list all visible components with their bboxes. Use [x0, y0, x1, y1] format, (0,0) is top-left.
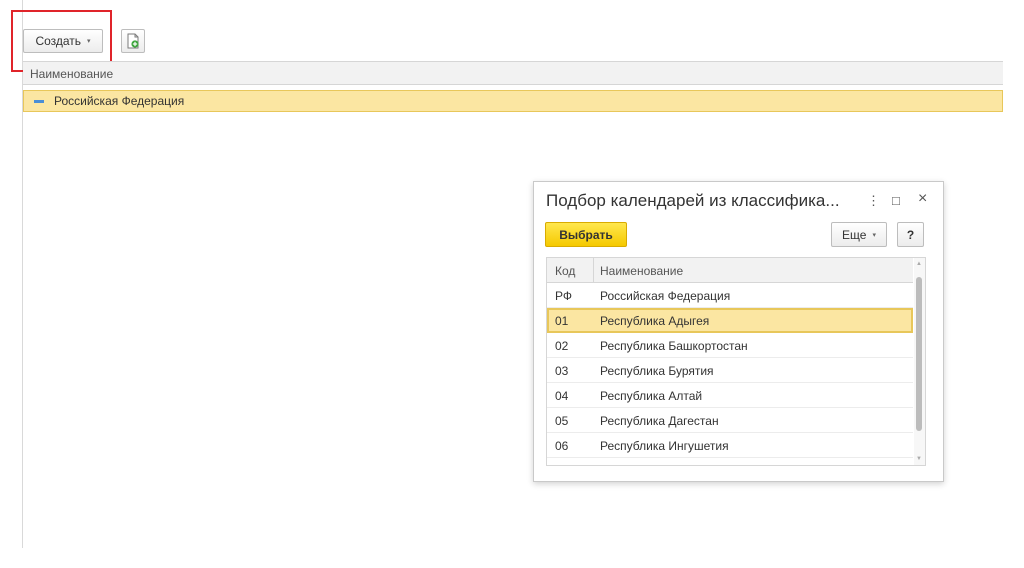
row-code: 06: [555, 439, 569, 453]
table-row[interactable]: 02 Республика Башкортостан: [547, 333, 913, 358]
table-row[interactable]: 05 Республика Дагестан: [547, 408, 913, 433]
row-code: РФ: [555, 289, 572, 303]
table-row[interactable]: 04 Республика Алтай: [547, 383, 913, 408]
chevron-down-icon: ▾: [872, 231, 876, 239]
select-button[interactable]: Выбрать: [545, 222, 627, 247]
minus-icon[interactable]: [34, 100, 44, 103]
calendar-picker-dialog: Подбор календарей из классифика... ⋮ □ ×…: [533, 181, 944, 482]
scroll-up-icon[interactable]: ▲: [916, 261, 922, 267]
calendar-table: Код Наименование РФ Российская Федерация…: [546, 257, 926, 466]
table-row[interactable]: РФ Российская Федерация: [547, 283, 913, 308]
table-row-selected[interactable]: 01 Республика Адыгея: [547, 308, 913, 333]
list-header: Наименование: [23, 61, 1003, 85]
table-header: Код Наименование: [547, 258, 913, 283]
row-name: Республика Дагестан: [600, 414, 719, 428]
help-button[interactable]: ?: [897, 222, 924, 247]
column-name-header[interactable]: Наименование: [600, 264, 683, 278]
row-name: Республика Адыгея: [600, 314, 710, 328]
menu-icon[interactable]: ⋮: [867, 193, 880, 209]
column-code-header[interactable]: Код: [555, 264, 575, 278]
row-name: Республика Бурятия: [600, 364, 714, 378]
dialog-title: Подбор календарей из классифика...: [546, 191, 840, 210]
scroll-thumb[interactable]: [916, 277, 922, 431]
column-name-header: Наименование: [30, 67, 114, 81]
vertical-scrollbar[interactable]: ▲ ▼: [914, 258, 925, 465]
row-code: 02: [555, 339, 569, 353]
column-divider: [593, 258, 594, 283]
more-button[interactable]: Еще ▾: [831, 222, 887, 247]
list-item[interactable]: Российская Федерация: [23, 90, 1003, 112]
more-button-label: Еще: [842, 227, 867, 242]
row-name: Республика Башкортостан: [600, 339, 748, 353]
close-icon[interactable]: ×: [918, 190, 927, 208]
row-name: Российская Федерация: [600, 289, 731, 303]
table-body: РФ Российская Федерация 01 Республика Ад…: [547, 283, 913, 458]
add-from-classifier-button[interactable]: [121, 29, 145, 53]
document-add-icon: [127, 33, 139, 49]
maximize-icon[interactable]: □: [892, 193, 900, 208]
row-code: 04: [555, 389, 569, 403]
row-name: Республика Алтай: [600, 389, 703, 403]
row-code: 05: [555, 414, 569, 428]
row-code: 01: [555, 314, 569, 328]
scroll-down-icon[interactable]: ▼: [916, 456, 922, 462]
table-row[interactable]: 06 Республика Ингушетия: [547, 433, 913, 458]
list-item-label: Российская Федерация: [54, 94, 185, 108]
table-row[interactable]: 03 Республика Бурятия: [547, 358, 913, 383]
help-button-label: ?: [906, 227, 915, 242]
row-code: 03: [555, 364, 569, 378]
row-name: Республика Ингушетия: [600, 439, 729, 453]
